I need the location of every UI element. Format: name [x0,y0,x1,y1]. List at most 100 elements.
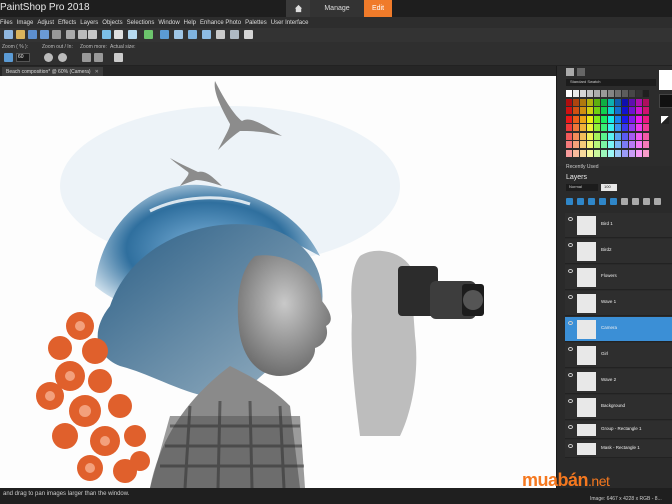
swatch-cell[interactable] [636,149,642,157]
forward-icon[interactable] [144,30,153,39]
swatch-cell[interactable] [594,141,600,148]
menu-window[interactable]: Window [158,20,179,26]
swatch-cell[interactable] [622,115,628,123]
swatch-cell[interactable] [629,115,635,123]
swatch-cell[interactable] [566,132,572,140]
foreground-color-swatch[interactable] [659,70,672,90]
new-group-icon[interactable] [588,198,595,205]
swatch-cell[interactable] [601,107,607,114]
swatch-cell[interactable] [594,124,600,131]
fill-icon[interactable] [661,116,669,124]
swatch-cell[interactable] [580,149,586,157]
swatch-cell[interactable] [629,149,635,157]
swatch-cell[interactable] [622,132,628,140]
swatch-cell[interactable] [636,90,642,97]
layer-row[interactable]: Background [565,395,672,420]
swatch-cell[interactable] [636,132,642,140]
pan-tool-icon[interactable] [4,53,13,62]
visibility-eye-icon[interactable] [568,269,573,273]
background-color-swatch[interactable] [659,94,672,108]
swatch-cell[interactable] [615,149,621,157]
swatch-cell[interactable] [636,115,642,123]
swatch-cell[interactable] [573,90,579,97]
properties-icon[interactable] [632,198,639,205]
swatch-cell[interactable] [608,124,614,131]
paste-icon[interactable] [114,30,123,39]
visibility-eye-icon[interactable] [568,347,573,351]
swatch-cell[interactable] [615,107,621,114]
new-vector-layer-icon[interactable] [577,198,584,205]
swatch-cell[interactable] [587,124,593,131]
blend-mode-dropdown[interactable]: Normal [566,184,598,191]
more-icon[interactable] [244,30,253,39]
new-icon[interactable] [4,30,13,39]
swatch-cell[interactable] [643,98,649,106]
swatch-cell[interactable] [636,98,642,106]
save-as-icon[interactable] [40,30,49,39]
visibility-eye-icon[interactable] [568,444,573,448]
swatch-cell[interactable] [643,141,649,148]
menu-selections[interactable]: Selections [127,20,155,26]
swatch-cell[interactable] [601,90,607,97]
swatch-cell[interactable] [566,115,572,123]
cut-icon[interactable] [66,30,75,39]
swatch-cell[interactable] [622,107,628,114]
new-raster-layer-icon[interactable] [566,198,573,205]
visibility-eye-icon[interactable] [568,321,573,325]
swatch-cell[interactable] [601,115,607,123]
menu-effects[interactable]: Effects [58,20,76,26]
swatch-cell[interactable] [636,141,642,148]
swatch-cell[interactable] [566,141,572,148]
duplicate-icon[interactable] [643,198,650,205]
swatch-cell[interactable] [622,141,628,148]
swatch-cell[interactable] [580,98,586,106]
swatch-cell[interactable] [573,141,579,148]
swatch-cell[interactable] [580,107,586,114]
swatch-cell[interactable] [594,149,600,157]
layer-row[interactable]: Wave 1 [565,291,672,316]
grid-icon[interactable] [174,30,183,39]
visibility-eye-icon[interactable] [568,295,573,299]
document-tab[interactable]: Beach composition* @ 60% (Camera) ✕ [2,67,103,76]
swatch-cell[interactable] [643,107,649,114]
swatch-cell[interactable] [615,115,621,123]
swatch-cell[interactable] [594,98,600,106]
layers-icon[interactable] [160,30,169,39]
swatch-cell[interactable] [622,90,628,97]
swatch-cell[interactable] [608,107,614,114]
visibility-eye-icon[interactable] [568,373,573,377]
swatch-cell[interactable] [573,132,579,140]
swatch-cell[interactable] [622,124,628,131]
swatch-cell[interactable] [594,115,600,123]
swatch-cell[interactable] [615,141,621,148]
swatch-cell[interactable] [643,115,649,123]
swatch-cell[interactable] [601,132,607,140]
swatch-cell[interactable] [615,90,621,97]
visibility-eye-icon[interactable] [568,217,573,221]
close-icon[interactable]: ✕ [95,69,99,75]
visibility-eye-icon[interactable] [568,425,573,429]
menu-objects[interactable]: Objects [102,20,122,26]
swatch-dropdown[interactable]: Standard Swatch [566,79,656,86]
link-icon[interactable] [621,198,628,205]
swatch-cell[interactable] [573,115,579,123]
swatch-cell[interactable] [608,141,614,148]
swatch-cell[interactable] [601,149,607,157]
swatch-cell[interactable] [573,149,579,157]
swatch-grid[interactable] [566,90,652,160]
redo-icon[interactable] [102,30,111,39]
menu-image[interactable]: Image [17,20,34,26]
swatch-cell[interactable] [615,132,621,140]
swatch-cell[interactable] [629,124,635,131]
mask-icon[interactable] [610,198,617,205]
layer-row[interactable]: Flowers [565,265,672,290]
swatch-cell[interactable] [636,107,642,114]
home-tab[interactable] [286,0,310,17]
swatch-cell[interactable] [594,107,600,114]
swatch-cell[interactable] [608,149,614,157]
swatch-cell[interactable] [587,98,593,106]
swatch-cell[interactable] [629,98,635,106]
history-icon[interactable] [128,30,137,39]
copy-icon[interactable] [78,30,87,39]
menu-layers[interactable]: Layers [80,20,98,26]
